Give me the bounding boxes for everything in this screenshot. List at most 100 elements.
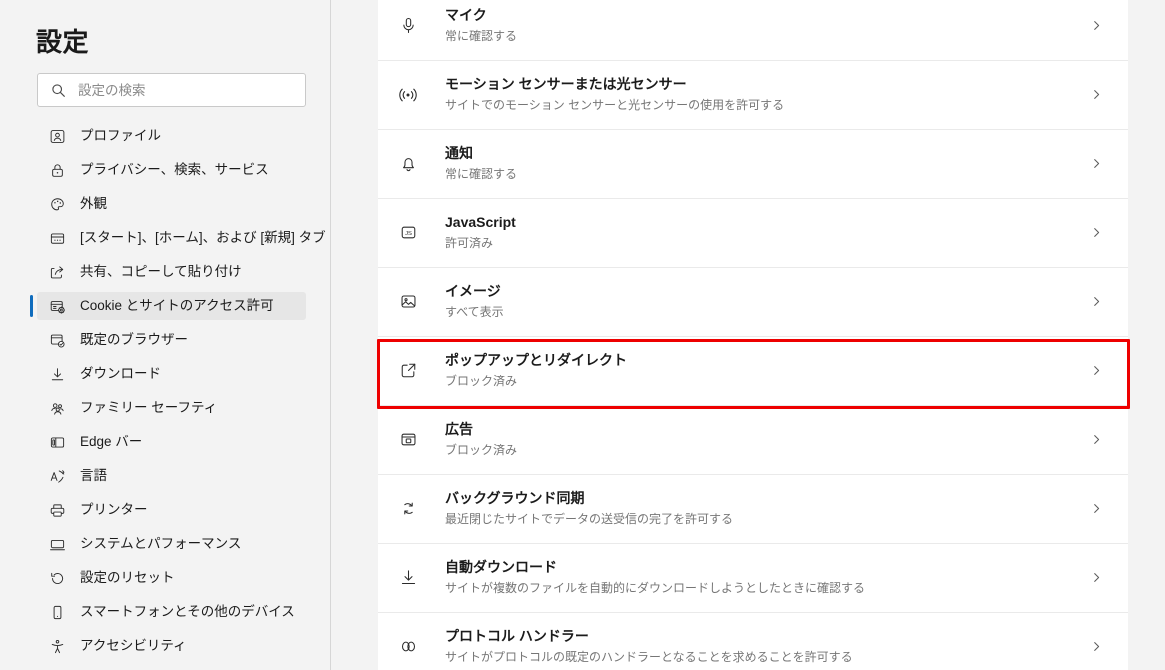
chevron-right-icon[interactable] [1088, 639, 1104, 655]
permission-title: 自動ダウンロード [445, 559, 557, 576]
sidebar-item-11[interactable]: 言語 [37, 462, 306, 490]
bell-icon [398, 154, 418, 174]
sidebar-item-label: ファミリー セーフティ [80, 400, 218, 416]
sidebar-item-16[interactable]: アクセシビリティ [37, 632, 306, 660]
sidebar-item-label: 設定のリセット [80, 570, 175, 586]
permission-status: 常に確認する [445, 29, 518, 44]
reset-icon [48, 569, 66, 587]
permission-title: マイク [445, 7, 487, 24]
sidebar-item-label: Edge バー [80, 434, 143, 450]
sidebar-item-label: スマートフォンとその他のデバイス [80, 604, 295, 620]
permission-title: モーション センサーまたは光センサー [445, 76, 687, 93]
language-icon [48, 467, 66, 485]
permission-title: バックグラウンド同期 [445, 490, 585, 507]
sidebar-item-3[interactable]: 外観 [37, 190, 306, 218]
settings-content: マイク 常に確認する モーション センサーまたは光センサー サイトでのモーション セン… [332, 0, 1165, 670]
palette-icon [48, 195, 66, 213]
permission-title: プロトコル ハンドラー [445, 628, 589, 645]
sidebar-item-label: システムとパフォーマンス [80, 536, 242, 552]
sidebar-item-13[interactable]: システムとパフォーマンス [37, 530, 306, 558]
permission-row-text: バックグラウンド同期最近閉じたサイトでデータの送受信の完了を許可する [445, 489, 1088, 528]
permission-row[interactable]: イメージ すべて表示 [378, 267, 1128, 336]
sidebar-item-label: プロファイル [80, 128, 161, 144]
sidebar-item-label: ダウンロード [80, 366, 161, 382]
sidebar-item-label: 言語 [80, 468, 107, 484]
sidebar-item-label: 既定のブラウザー [80, 332, 188, 348]
permission-row[interactable]: 通知 常に確認する [378, 129, 1128, 198]
chevron-right-icon[interactable] [1088, 294, 1104, 310]
sidebar-item-label: Cookie とサイトのアクセス許可 [80, 298, 274, 314]
permission-row[interactable]: マイク 常に確認する [378, 0, 1128, 60]
sidebar-item-6[interactable]: Cookie とサイトのアクセス許可 [30, 292, 306, 320]
sidebar-item-label: 外観 [80, 196, 107, 212]
phone-icon [48, 603, 66, 621]
sidebar-item-10[interactable]: Edge バー [37, 428, 306, 456]
permission-title: 通知 [445, 145, 473, 162]
chevron-right-icon[interactable] [1088, 225, 1104, 241]
sidebar-item-label: プリンター [80, 502, 148, 518]
permission-status: 許可済み [445, 236, 494, 251]
search-box[interactable] [37, 73, 306, 107]
sidebar-item-12[interactable]: プリンター [37, 496, 306, 524]
sidebar-item-9[interactable]: ファミリー セーフティ [37, 394, 306, 422]
permission-status: ブロック済み [445, 443, 518, 458]
permission-row[interactable]: JS JavaScript 許可済み [378, 198, 1128, 267]
family-icon [48, 399, 66, 417]
permission-row[interactable]: バックグラウンド同期最近閉じたサイトでデータの送受信の完了を許可する [378, 474, 1128, 543]
sidebar-item-label: 共有、コピーして貼り付け [80, 264, 242, 280]
sidebar-item-label: アクセシビリティ [80, 638, 187, 654]
sidebar-nav: プロファイルプライバシー、検索、サービス外観 [スタート]、[ホーム]、および [… [0, 122, 330, 670]
image-icon [398, 292, 418, 312]
profile-icon [48, 127, 66, 145]
system-icon [48, 535, 66, 553]
popup-redirect-icon [398, 361, 418, 381]
search-input[interactable] [66, 74, 305, 106]
permission-status: すべて表示 [445, 305, 504, 320]
permission-row-text: プロトコル ハンドラーサイトがプロトコルの既定のハンドラーとなることを求めること… [445, 627, 1088, 666]
site-permissions-card: マイク 常に確認する モーション センサーまたは光センサー サイトでのモーション セン… [378, 0, 1128, 670]
browser-tab-icon [48, 229, 66, 247]
background-sync-icon [398, 499, 418, 519]
permission-row-text: ポップアップとリダイレクト ブロック済み [445, 351, 1088, 390]
settings-page: 設定 プロファイルプライバシー、検索、サービス外観 [スタート]、[ホーム]、およ… [0, 0, 1165, 670]
permission-title: イメージ [445, 283, 501, 300]
sidebar-item-5[interactable]: 共有、コピーして貼り付け [37, 258, 306, 286]
sidebar-item-15[interactable]: スマートフォンとその他のデバイス [37, 598, 306, 626]
chevron-right-icon[interactable] [1088, 87, 1104, 103]
page-title: 設定 [36, 27, 90, 57]
sidebar-item-1[interactable]: プロファイル [37, 122, 306, 150]
permission-title: ポップアップとリダイレクト [445, 352, 627, 369]
accessibility-icon [48, 637, 66, 655]
permission-row[interactable]: 広告 ブロック済み [378, 405, 1128, 474]
ads-icon [398, 430, 418, 450]
permission-status: サイトがプロトコルの既定のハンドラーとなることを求めることを許可する [445, 650, 853, 665]
lock-icon [48, 161, 66, 179]
microphone-icon [398, 16, 418, 36]
sidebar-item-4[interactable]: [スタート]、[ホーム]、および [新規] タブ [37, 224, 326, 252]
permission-row[interactable]: モーション センサーまたは光センサー サイトでのモーション センサーと光センサーの… [378, 60, 1128, 129]
permission-row-text: イメージ すべて表示 [445, 282, 1088, 321]
sidebar-item-7[interactable]: 既定のブラウザー [37, 326, 306, 354]
chevron-right-icon[interactable] [1088, 570, 1104, 586]
edge-bar-icon [48, 433, 66, 451]
permission-row[interactable]: プロトコル ハンドラーサイトがプロトコルの既定のハンドラーとなることを求めること… [378, 612, 1128, 670]
default-browser-icon [48, 331, 66, 349]
chevron-right-icon[interactable] [1088, 363, 1104, 379]
sidebar-item-14[interactable]: 設定のリセット [37, 564, 306, 592]
permission-row[interactable]: 自動ダウンロード サイトが複数のファイルを自動的にダウンロードしようとしたときに確… [378, 543, 1128, 612]
chevron-right-icon[interactable] [1088, 18, 1104, 34]
permission-row[interactable]: ポップアップとリダイレクト ブロック済み [378, 336, 1128, 405]
permission-row-text: 自動ダウンロード サイトが複数のファイルを自動的にダウンロードしようとしたときに確… [445, 558, 1088, 597]
sidebar-item-8[interactable]: ダウンロード [37, 360, 306, 388]
permission-status: 常に確認する [445, 167, 518, 182]
sidebar-item-2[interactable]: プライバシー、検索、サービス [37, 156, 306, 184]
chevron-right-icon[interactable] [1088, 501, 1104, 517]
sidebar-item-17[interactable]: Microsoft Edge について [37, 666, 306, 670]
chevron-right-icon[interactable] [1088, 156, 1104, 172]
cookie-settings-icon [48, 297, 66, 315]
printer-icon [48, 501, 66, 519]
permission-row-text: 広告 ブロック済み [445, 420, 1088, 459]
chevron-right-icon[interactable] [1088, 432, 1104, 448]
permission-status: 最近閉じたサイトでデータの送受信の完了を許可する [445, 512, 734, 527]
motion-sensor-icon [398, 85, 418, 105]
